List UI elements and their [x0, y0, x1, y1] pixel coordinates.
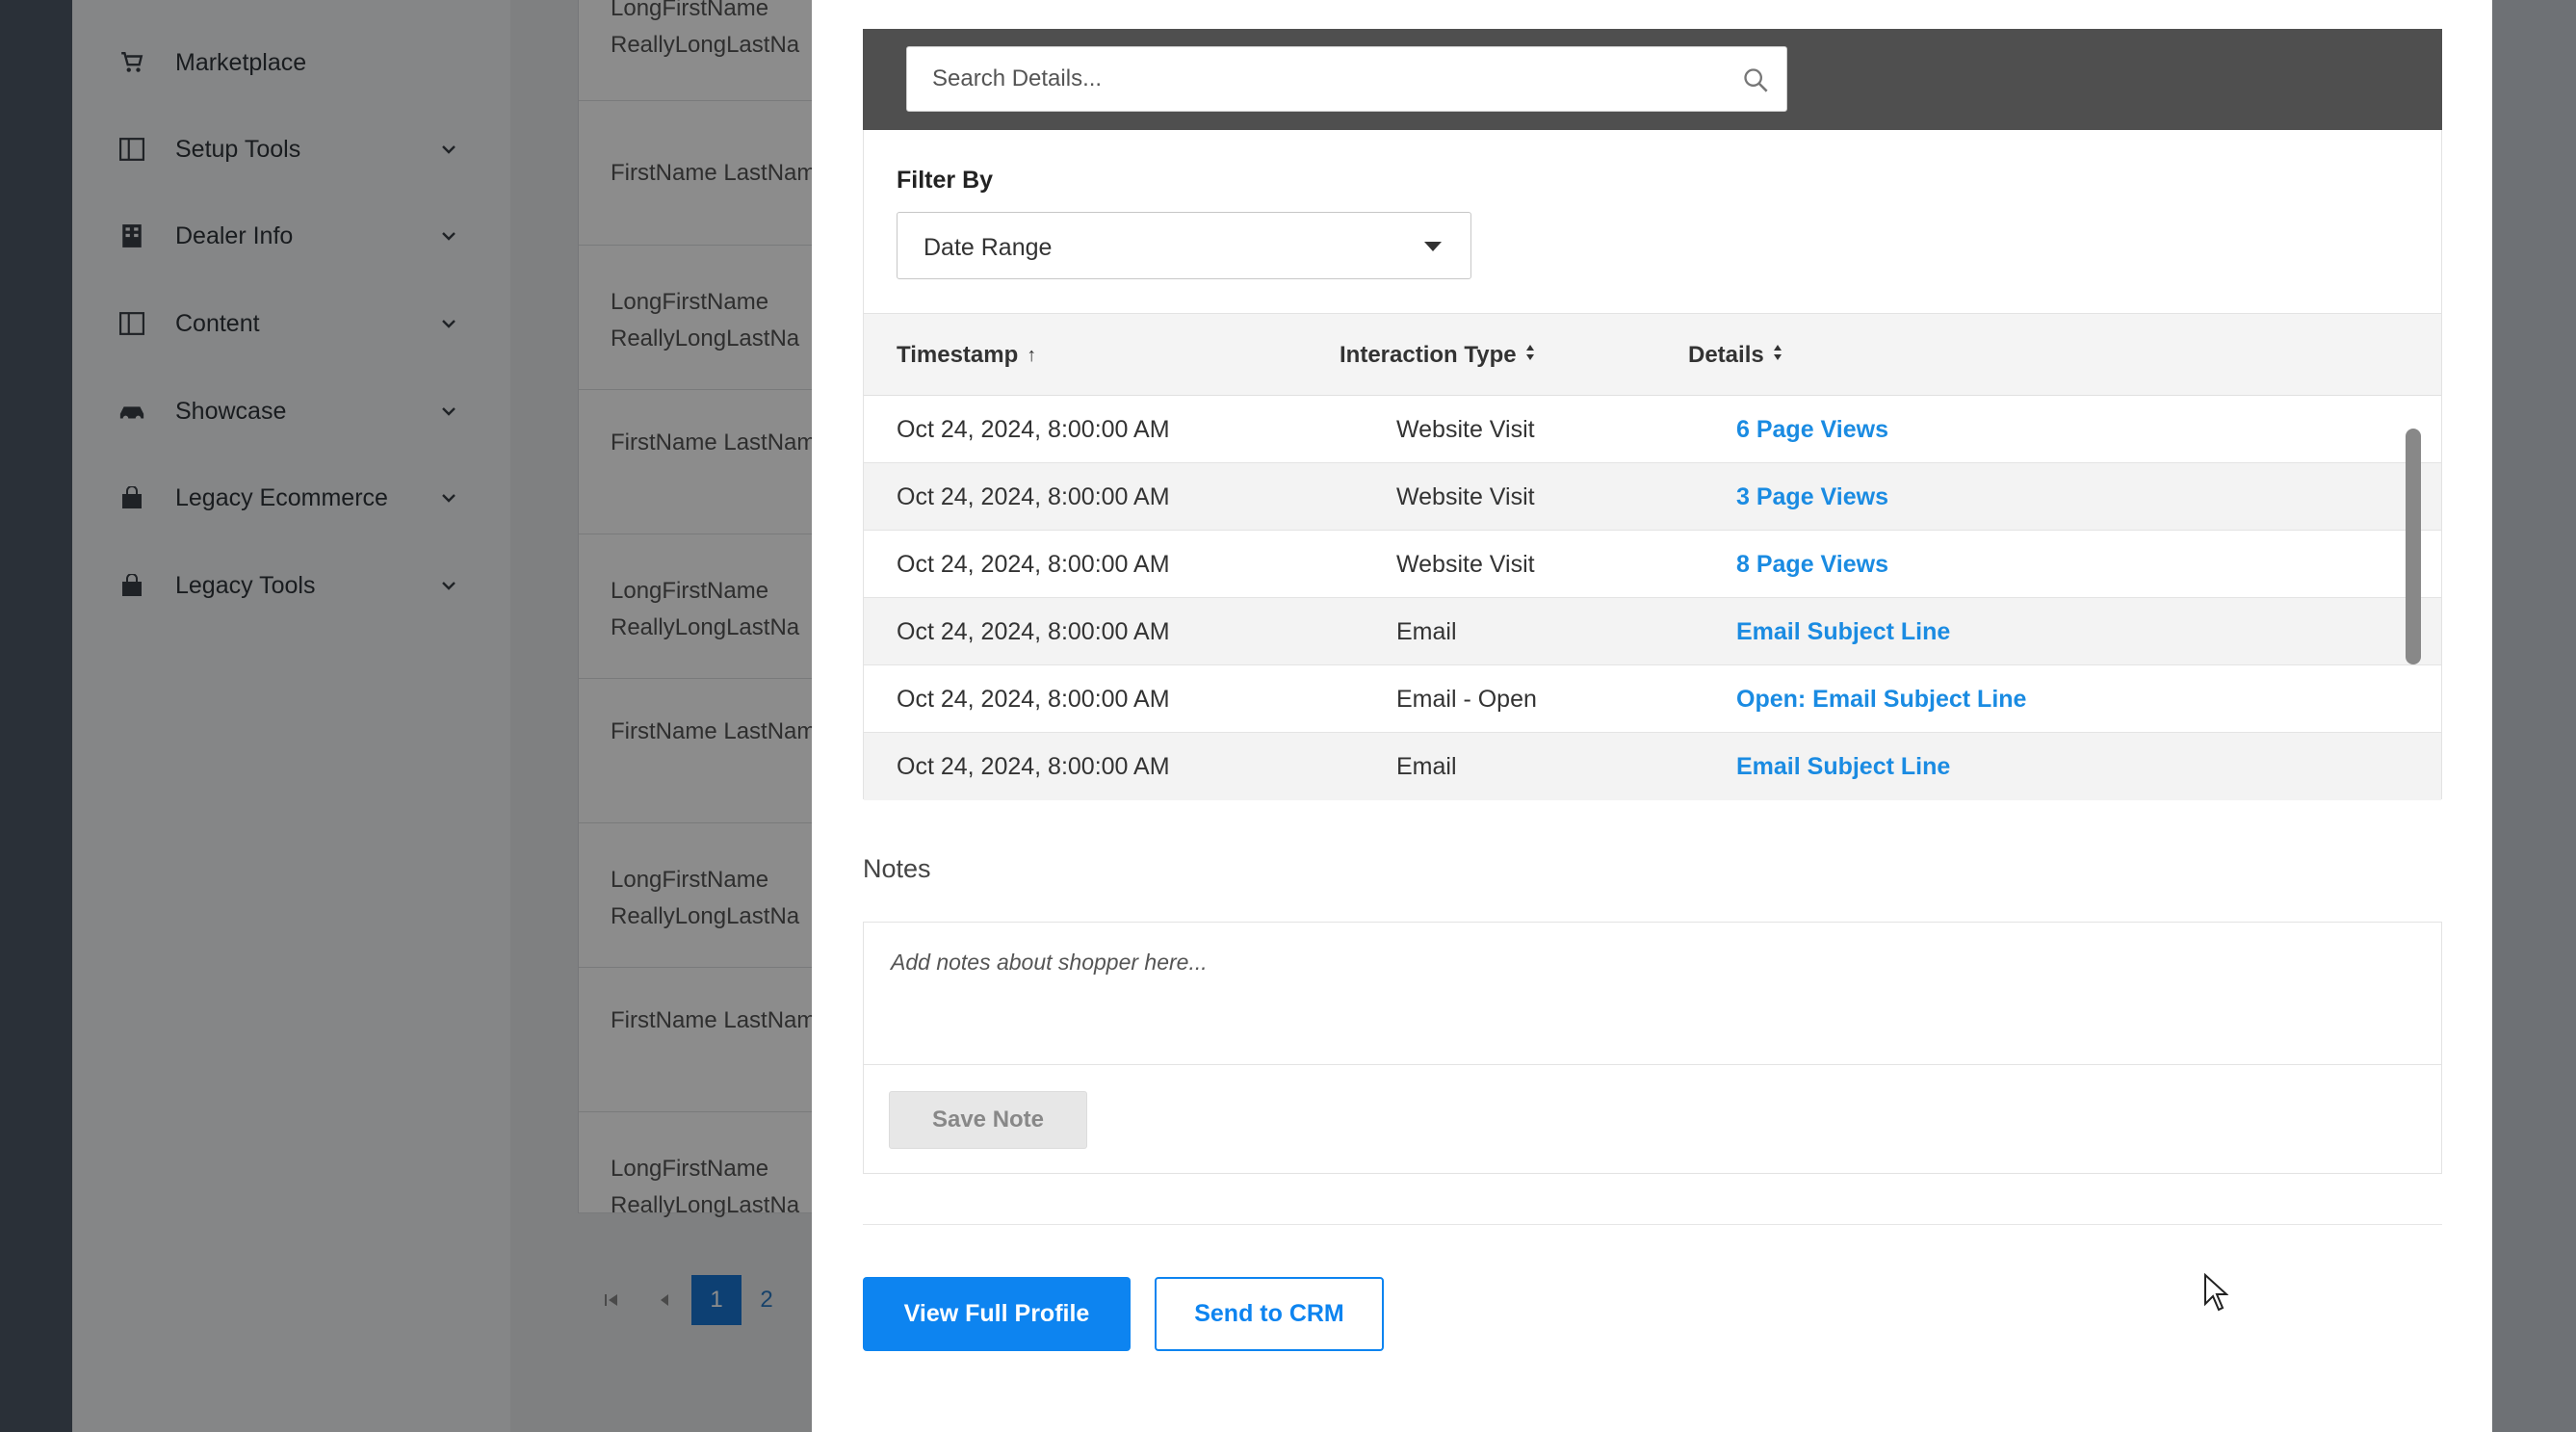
- cell-type: Website Visit: [1396, 483, 1535, 510]
- column-header-label: Timestamp: [897, 342, 1019, 368]
- shopper-details-modal: Filter By Date Range Timestamp ↑ Interac…: [812, 0, 2492, 1432]
- notes-label: Notes: [863, 854, 931, 883]
- filter-section: Filter By Date Range: [863, 130, 2442, 313]
- table-header: Timestamp ↑ Interaction Type Details: [864, 313, 2441, 396]
- details-link[interactable]: 3 Page Views: [1736, 483, 1888, 511]
- table-row: Oct 24, 2024, 8:00:00 AM Website Visit 8…: [864, 531, 2441, 598]
- save-note-button[interactable]: Save Note: [889, 1091, 1087, 1149]
- search-icon[interactable]: [1742, 66, 1769, 93]
- cell-timestamp: Oct 24, 2024, 8:00:00 AM: [897, 686, 1170, 713]
- column-header-label: Interaction Type: [1340, 342, 1517, 368]
- table-scrollbar[interactable]: [2406, 429, 2421, 664]
- search-bar: [863, 29, 2442, 130]
- sort-ascending-icon: ↑: [1027, 344, 1037, 366]
- details-link[interactable]: 8 Page Views: [1736, 551, 1888, 579]
- cell-timestamp: Oct 24, 2024, 8:00:00 AM: [897, 483, 1170, 510]
- divider: [863, 1224, 2442, 1225]
- table-row: Oct 24, 2024, 8:00:00 AM Email Email Sub…: [864, 598, 2441, 665]
- cell-timestamp: Oct 24, 2024, 8:00:00 AM: [897, 416, 1170, 443]
- mouse-cursor-icon: [2203, 1272, 2229, 1312]
- cell-type: Website Visit: [1396, 416, 1535, 443]
- notes-textarea[interactable]: [864, 923, 2441, 1065]
- details-link[interactable]: 6 Page Views: [1736, 416, 1888, 444]
- cell-timestamp: Oct 24, 2024, 8:00:00 AM: [897, 753, 1170, 780]
- view-full-profile-button[interactable]: View Full Profile: [863, 1277, 1131, 1351]
- details-link[interactable]: Email Subject Line: [1736, 618, 1950, 646]
- search-input[interactable]: [907, 47, 1735, 111]
- table-row: Oct 24, 2024, 8:00:00 AM Email Email Sub…: [864, 733, 2441, 800]
- send-to-crm-button[interactable]: Send to CRM: [1155, 1277, 1384, 1351]
- notes-panel: Save Note: [863, 922, 2442, 1174]
- table-row: Oct 24, 2024, 8:00:00 AM Website Visit 6…: [864, 396, 2441, 463]
- cell-timestamp: Oct 24, 2024, 8:00:00 AM: [897, 551, 1170, 578]
- cell-type: Website Visit: [1396, 551, 1535, 578]
- details-link[interactable]: Email Subject Line: [1736, 753, 1950, 781]
- column-header-timestamp[interactable]: Timestamp ↑: [897, 342, 1036, 369]
- table-body: Oct 24, 2024, 8:00:00 AM Website Visit 6…: [864, 396, 2441, 800]
- sort-icon: [1773, 343, 1782, 368]
- select-value: Date Range: [924, 234, 1053, 261]
- cell-type: Email - Open: [1396, 686, 1537, 713]
- cell-timestamp: Oct 24, 2024, 8:00:00 AM: [897, 618, 1170, 645]
- column-header-label: Details: [1688, 342, 1764, 368]
- cell-type: Email: [1396, 753, 1457, 780]
- column-header-details[interactable]: Details: [1688, 342, 1782, 369]
- sort-icon: [1525, 343, 1535, 368]
- cell-type: Email: [1396, 618, 1457, 645]
- caret-down-icon: [1424, 242, 1442, 251]
- table-row: Oct 24, 2024, 8:00:00 AM Email - Open Op…: [864, 665, 2441, 733]
- interactions-table: Timestamp ↑ Interaction Type Details Oct…: [863, 313, 2442, 800]
- date-range-select[interactable]: Date Range: [897, 212, 1471, 279]
- column-header-interaction-type[interactable]: Interaction Type: [1340, 342, 1535, 369]
- search-field: [906, 46, 1787, 112]
- details-link[interactable]: Open: Email Subject Line: [1736, 686, 2026, 714]
- filter-label: Filter By: [897, 167, 994, 194]
- table-row: Oct 24, 2024, 8:00:00 AM Website Visit 3…: [864, 463, 2441, 531]
